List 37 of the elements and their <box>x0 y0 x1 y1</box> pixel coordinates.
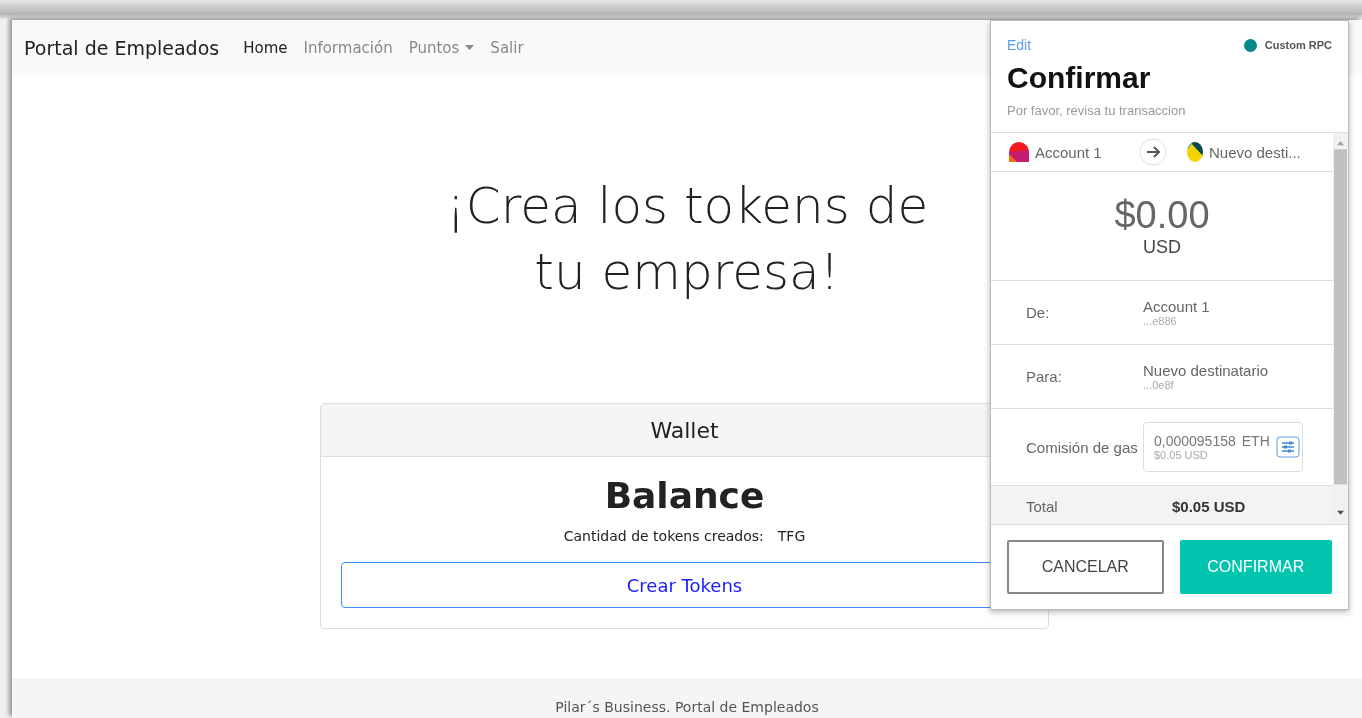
nav-link[interactable]: Información <box>303 38 393 57</box>
account-avatar-icon <box>1009 142 1029 162</box>
from-account: Account 1 <box>1035 143 1102 161</box>
caret-icon <box>465 45 475 50</box>
cancel-button[interactable]: CANCELAR <box>1007 540 1164 594</box>
sliders-icon[interactable] <box>1275 436 1300 458</box>
account-address: ...0e8f <box>1143 379 1175 391</box>
account-address: ...e886 <box>1143 315 1178 327</box>
account-name: Nuevo destinatario <box>1143 362 1269 379</box>
popup-subtitle: Por favor, revisa tu transaccion <box>1007 103 1187 118</box>
amount-value: $0.00 <box>1114 194 1210 237</box>
total-label: Total <box>1026 497 1059 515</box>
detail-label: Para: <box>1026 368 1063 385</box>
total-value: $0.05 USD <box>1172 497 1246 515</box>
nav-link[interactable]: Home <box>243 38 288 57</box>
arrow-right-icon <box>1139 138 1167 166</box>
tokens-label: Cantidad de tokens creados: <box>563 528 764 544</box>
account-avatar-icon <box>1187 142 1203 162</box>
gas-fee-box[interactable]: 0,000095158 ETH $0.05 USD <box>1143 422 1303 472</box>
amount-currency: USD <box>1143 237 1181 258</box>
gas-fiat: $0.05 USD <box>1154 449 1209 461</box>
gas-label: Comisión de gas <box>1026 438 1139 456</box>
hero-heading: ¡Crea los tokens de tu empresa! <box>445 176 929 303</box>
nav-link[interactable]: Salir <box>490 38 524 57</box>
tokens-value: TFG <box>777 528 806 544</box>
nav-link[interactable]: Puntos <box>408 38 475 57</box>
balance-heading: Balance <box>604 475 765 516</box>
brand-title[interactable]: Portal de Empleados <box>24 36 220 59</box>
detail-label: De: <box>1026 304 1051 321</box>
edit-link[interactable]: Edit <box>1007 37 1032 53</box>
account-name: Account 1 <box>1143 298 1210 315</box>
popup-title: Confirmar <box>1007 61 1152 95</box>
gas-value: 0,000095158 <box>1154 433 1236 449</box>
footer-text: Pilar´s Business. Portal de Empleados <box>555 698 819 717</box>
network-name[interactable]: Custom RPC <box>1264 39 1332 51</box>
gas-unit: ETH <box>1241 433 1270 449</box>
to-account: Nuevo desti... <box>1209 143 1301 161</box>
